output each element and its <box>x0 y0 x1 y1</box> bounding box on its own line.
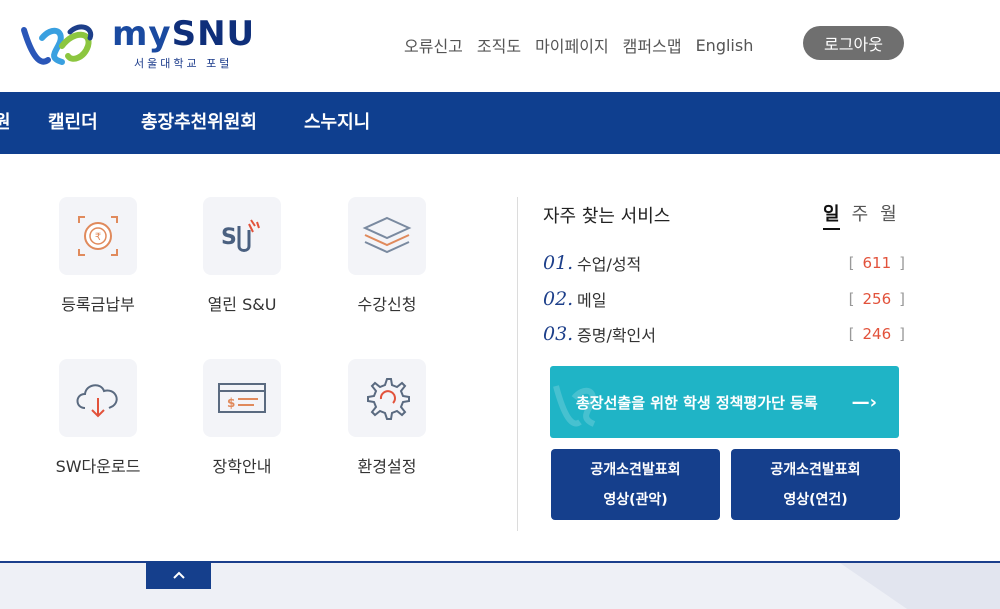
quick-icon-box: $ <box>203 359 281 437</box>
collapse-toggle-button[interactable] <box>146 561 211 589</box>
video-button-line2: 영상(관악) <box>603 491 668 508</box>
quick-icon-box <box>348 359 426 437</box>
snu-logo-icon <box>21 24 94 65</box>
nav-item-calendar[interactable]: 캘린더 <box>48 92 98 154</box>
quick-label: 열린 S&U <box>207 295 277 314</box>
scholarship-card-icon: $ <box>218 383 266 413</box>
nav-item-partial[interactable]: 원 <box>0 92 11 154</box>
svg-text:$: $ <box>227 396 235 410</box>
service-rank: 02. <box>543 288 574 310</box>
logo-my: my <box>112 14 172 54</box>
header: mySNU 서울대학교 포털 오류신고 조직도 마이페이지 캠퍼스맵 Engli… <box>0 0 1000 92</box>
quick-icon-box: S <box>203 197 281 275</box>
logo-wordmark: mySNU <box>112 17 255 51</box>
service-item[interactable]: 02. 메일 [256] <box>543 286 905 312</box>
video-button-line1: 공개소견발표회 <box>590 461 681 478</box>
cloud-download-icon <box>76 384 118 418</box>
bottom-decoration <box>840 563 1000 609</box>
video-button-line2: 영상(연건) <box>783 491 848 508</box>
quick-label: SW다운로드 <box>55 457 141 476</box>
util-link-org-chart[interactable]: 조직도 <box>477 33 521 57</box>
quick-icon-box <box>59 359 137 437</box>
service-rank: 03. <box>543 323 574 345</box>
util-link-error-report[interactable]: 오류신고 <box>404 33 463 57</box>
services-period-tabs: 일 주 월 <box>823 200 897 230</box>
quick-course-registration[interactable]: 수강신청 <box>327 197 447 315</box>
policy-evaluation-banner[interactable]: 총장선출을 위한 학생 정책평가단 등록 —› <box>550 366 899 438</box>
settings-gear-icon <box>367 378 410 420</box>
arrow-right-icon: —› <box>851 392 877 413</box>
quick-scholarship[interactable]: $ 장학안내 <box>182 359 302 477</box>
services-title: 자주 찾는 서비스 <box>543 206 671 227</box>
quick-sw-download[interactable]: SW다운로드 <box>38 359 158 477</box>
banner-text: 총장선출을 위한 학생 정책평가단 등록 <box>576 394 818 412</box>
video-button-gwanak[interactable]: 공개소견발표회 영상(관악) <box>551 449 720 520</box>
utility-links: 오류신고 조직도 마이페이지 캠퍼스맵 English <box>404 33 753 57</box>
quick-settings[interactable]: 환경설정 <box>327 359 447 477</box>
chevron-up-icon <box>172 571 185 579</box>
quick-icon-box <box>348 197 426 275</box>
quick-label: 환경설정 <box>357 457 417 476</box>
nav-item-president-committee[interactable]: 총장추천위원회 <box>141 92 257 154</box>
layers-icon <box>362 216 412 254</box>
service-name: 수업/성적 <box>577 255 642 274</box>
service-item[interactable]: 03. 증명/확인서 [246] <box>543 321 905 347</box>
logout-button[interactable]: 로그아웃 <box>803 26 904 60</box>
video-button-yeongeon[interactable]: 공개소견발표회 영상(연건) <box>731 449 900 520</box>
service-rank: 01. <box>543 252 574 274</box>
service-count: [256] <box>848 290 905 308</box>
snu-open-icon: S <box>221 219 260 252</box>
util-link-mypage[interactable]: 마이페이지 <box>535 33 609 57</box>
svg-text:₹: ₹ <box>95 232 101 243</box>
service-count: [246] <box>848 325 905 343</box>
util-link-campus-map[interactable]: 캠퍼스맵 <box>623 33 682 57</box>
service-count-value: 246 <box>862 325 892 343</box>
logo-snu: SNU <box>171 14 256 54</box>
service-item[interactable]: 01. 수업/성적 [611] <box>543 250 905 276</box>
tab-week[interactable]: 주 <box>852 200 869 230</box>
nav-item-snugenie[interactable]: 스누지니 <box>304 92 370 154</box>
payment-icon: ₹ <box>78 216 118 256</box>
tab-month[interactable]: 월 <box>880 200 897 230</box>
svg-text:S: S <box>221 225 237 250</box>
service-count-value: 611 <box>862 254 892 272</box>
section-divider <box>517 197 518 531</box>
util-link-english[interactable]: English <box>696 36 754 55</box>
service-name: 증명/확인서 <box>577 326 656 345</box>
quick-icon-box: ₹ <box>59 197 137 275</box>
logo-text: mySNU 서울대학교 포털 <box>112 17 255 71</box>
quick-label: 등록금납부 <box>61 295 135 314</box>
service-count-value: 256 <box>862 290 892 308</box>
quick-open-snu[interactable]: S 열린 S&U <box>182 197 302 315</box>
service-name: 메일 <box>577 291 607 310</box>
logo-subtitle: 서울대학교 포털 <box>134 57 233 70</box>
service-count: [611] <box>848 254 905 272</box>
video-button-line1: 공개소견발표회 <box>770 461 861 478</box>
main-nav: 원 캘린더 총장추천위원회 스누지니 <box>0 92 1000 154</box>
tab-day[interactable]: 일 <box>823 200 840 230</box>
mysnu-logo[interactable]: mySNU 서울대학교 포털 <box>18 14 255 74</box>
quick-tuition[interactable]: ₹ 등록금납부 <box>38 197 158 315</box>
quick-label: 수강신청 <box>357 295 417 314</box>
quick-label: 장학안내 <box>212 457 272 476</box>
